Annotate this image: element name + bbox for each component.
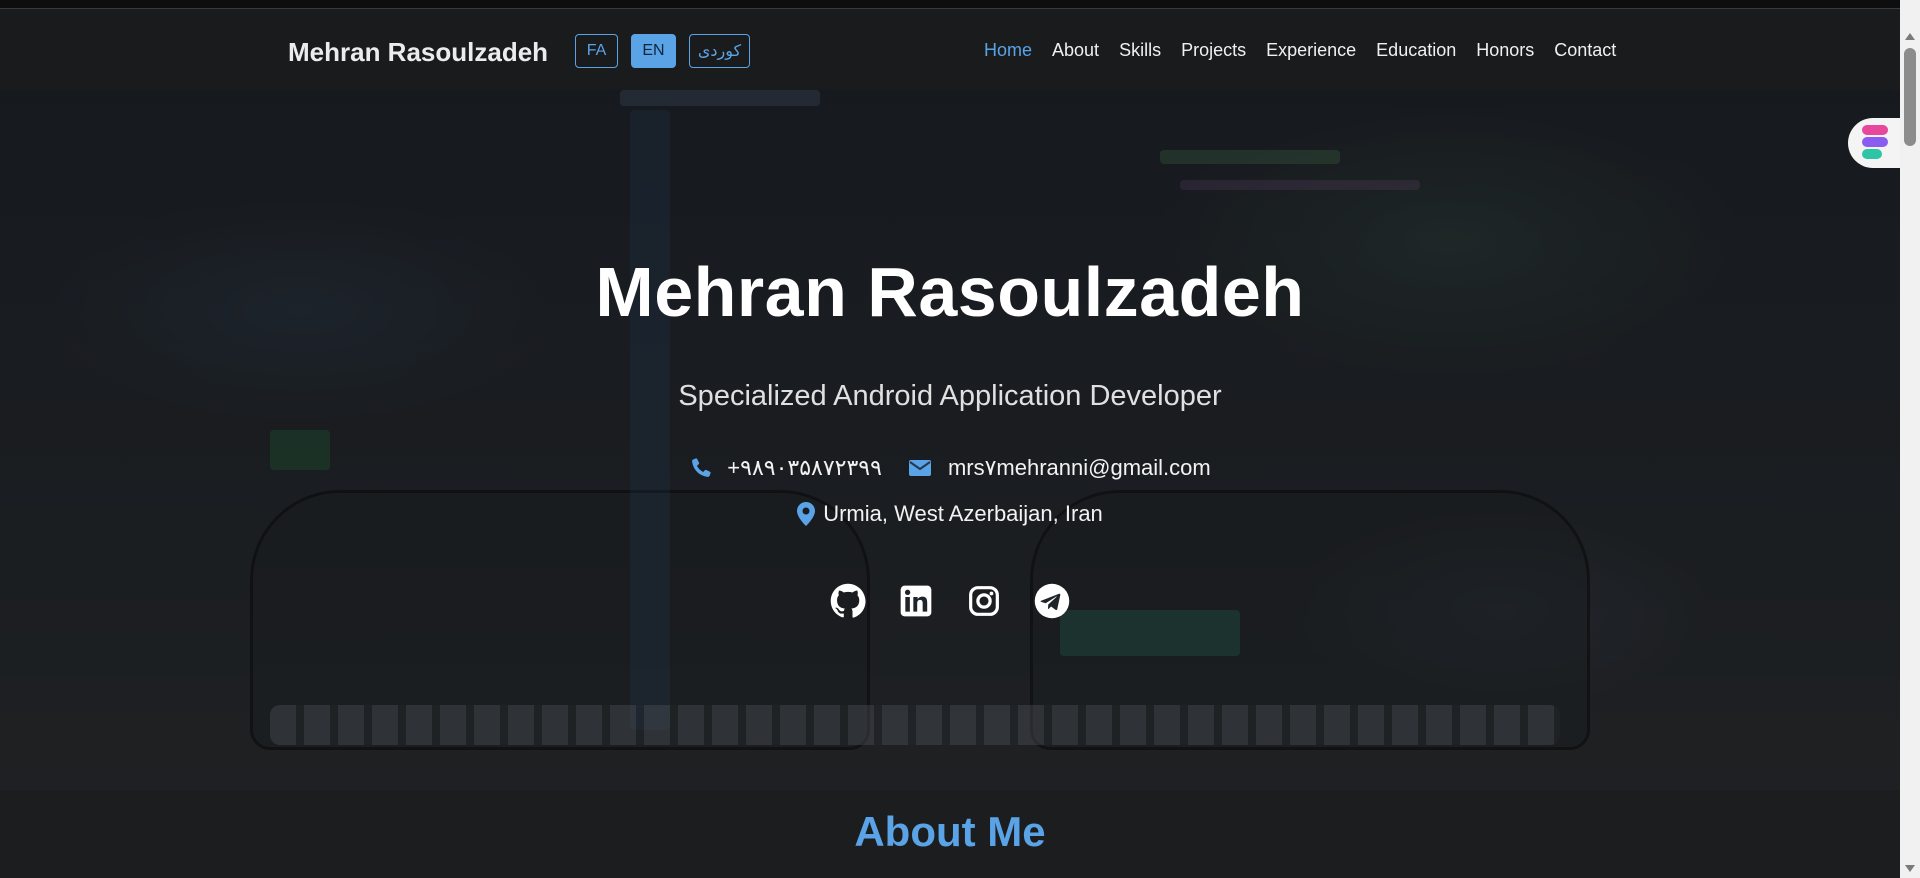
lang-button-en[interactable]: EN — [631, 34, 676, 68]
nav-honors[interactable]: Honors — [1476, 40, 1534, 61]
location-contact: Urmia, West Azerbaijan, Iran — [797, 501, 1103, 527]
hero-subtitle: Specialized Android Application Develope… — [678, 380, 1222, 412]
envelope-icon — [908, 460, 931, 476]
about-section: About Me — [0, 790, 1900, 878]
phone-icon — [692, 458, 711, 477]
nav-projects[interactable]: Projects — [1181, 40, 1246, 61]
brand-name[interactable]: Mehran Rasoulzadeh — [288, 37, 548, 68]
map-marker-icon — [797, 502, 816, 526]
nav-skills[interactable]: Skills — [1119, 40, 1161, 61]
linkedin-icon — [900, 585, 932, 617]
telegram-link[interactable] — [1033, 582, 1071, 620]
navbar: Mehran Rasoulzadeh FA EN کوردی Home Abou… — [0, 10, 1900, 90]
email-contact[interactable]: mrs۷mehranni@gmail.com — [908, 455, 1211, 481]
scroll-thumb[interactable] — [1904, 48, 1916, 146]
widget-logo-icon — [1862, 125, 1888, 159]
phone-number: +۹۸۹۰۳۵۸۷۲۳۹۹ — [727, 455, 882, 480]
scroll-up-arrow[interactable] — [1905, 33, 1915, 40]
telegram-icon — [1034, 583, 1070, 619]
contact-row: +۹۸۹۰۳۵۸۷۲۳۹۹ mrs۷mehranni@gmail.com — [0, 455, 1900, 481]
nav-links: Home About Skills Projects Experience Ed… — [984, 40, 1616, 61]
location-row: Urmia, West Azerbaijan, Iran — [0, 501, 1900, 527]
lang-button-fa[interactable]: FA — [575, 34, 618, 68]
phone-contact[interactable]: +۹۸۹۰۳۵۸۷۲۳۹۹ — [689, 455, 882, 481]
hero-title: Mehran Rasoulzadeh — [595, 253, 1305, 331]
nav-contact[interactable]: Contact — [1554, 40, 1616, 61]
github-icon — [830, 583, 866, 618]
scrollbar[interactable] — [1900, 0, 1920, 878]
lang-button-ku[interactable]: کوردی — [689, 34, 750, 68]
window-top-border — [0, 0, 1900, 9]
scroll-down-arrow[interactable] — [1905, 865, 1915, 872]
hero-section: Mehran Rasoulzadeh Specialized Android A… — [0, 10, 1900, 790]
nav-education[interactable]: Education — [1376, 40, 1456, 61]
email-address: mrs۷mehranni@gmail.com — [947, 455, 1211, 480]
location-text: Urmia, West Azerbaijan, Iran — [823, 501, 1103, 526]
about-title: About Me — [854, 808, 1046, 855]
nav-home[interactable]: Home — [984, 40, 1032, 61]
social-links — [0, 582, 1900, 620]
github-link[interactable] — [829, 582, 867, 620]
nav-about[interactable]: About — [1052, 40, 1099, 61]
instagram-link[interactable] — [965, 582, 1003, 620]
linkedin-link[interactable] — [897, 582, 935, 620]
instagram-icon — [969, 586, 999, 616]
nav-experience[interactable]: Experience — [1266, 40, 1356, 61]
floating-widget[interactable] — [1848, 118, 1900, 168]
